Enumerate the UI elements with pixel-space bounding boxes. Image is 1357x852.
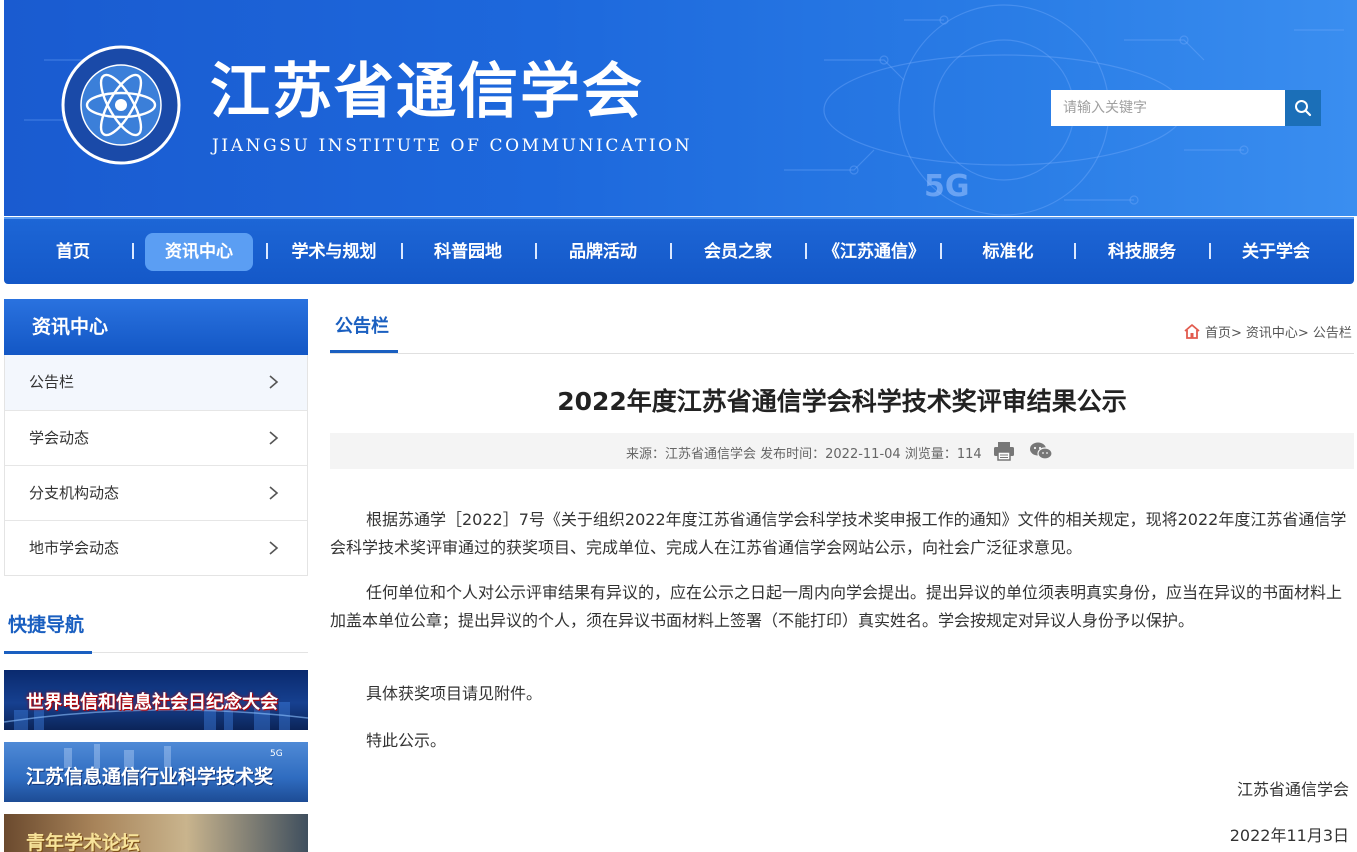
sidebar-item-city-news[interactable]: 地市学会动态: [5, 520, 307, 575]
chevron-right-icon: [269, 431, 279, 445]
nav-item-science[interactable]: 科普园地: [418, 233, 518, 271]
sidebar-item-label: 学会动态: [29, 429, 90, 447]
search-button[interactable]: [1285, 90, 1321, 126]
article-meta-bar: 来源：江苏省通信学会 发布时间：2022-11-04 浏览量：114: [330, 433, 1354, 469]
sidebar-item-bulletin[interactable]: 公告栏: [5, 355, 307, 410]
article-paragraph: 根据苏通学［2022］7号《关于组织2022年度江苏省通信学会科学技术奖申报工作…: [330, 510, 1347, 557]
nav-separator: [266, 243, 268, 259]
banner-label: 世界电信和信息社会日纪念大会: [26, 692, 278, 713]
nav-separator: [535, 243, 537, 259]
nav-separator: [670, 243, 672, 259]
wechat-share-icon[interactable]: [1029, 441, 1053, 461]
banner-5g-badge: 5G: [270, 749, 283, 759]
quick-nav-underline: [4, 651, 92, 654]
sidebar-item-branch-news[interactable]: 分支机构动态: [5, 465, 307, 520]
breadcrumb-bulletin[interactable]: 公告栏: [1313, 322, 1352, 341]
nav-item-news-center[interactable]: 资讯中心: [145, 233, 253, 271]
nav-separator: [401, 243, 403, 259]
nav-separator: [940, 243, 942, 259]
banner-science-award[interactable]: 5G 江苏信息通信行业科学技术奖: [4, 742, 308, 802]
print-icon[interactable]: [993, 441, 1015, 461]
nav-item-about[interactable]: 关于学会: [1226, 233, 1326, 271]
article-paragraph: 具体获奖项目请见附件。: [366, 684, 543, 703]
home-icon: [1184, 324, 1200, 339]
nav-item-tech-services[interactable]: 科技服务: [1092, 233, 1192, 271]
signature-date: 2022年11月3日: [1229, 826, 1349, 845]
quick-nav-title: 快捷导航: [8, 614, 85, 636]
sidebar-title: 资讯中心: [4, 299, 308, 355]
breadcrumb: 首页> 资讯中心> 公告栏: [1183, 322, 1352, 341]
nav-separator: [1074, 243, 1076, 259]
site-title: 江苏省通信学会: [210, 57, 644, 127]
article-meta: 来源：江苏省通信学会 发布时间：2022-11-04 浏览量：114: [626, 447, 982, 462]
nav-separator: [132, 243, 134, 259]
search-icon: [1295, 100, 1312, 117]
nav-separator: [805, 243, 807, 259]
signature-organization: 江苏省通信学会: [1236, 780, 1349, 799]
header-5g-mark: 5G: [924, 169, 970, 204]
nav-item-members[interactable]: 会员之家: [688, 233, 788, 271]
main-nav: 首页 资讯中心 学术与规划 科普园地 品牌活动 会员之家 《江苏通信》 标准化 …: [4, 217, 1354, 284]
chevron-right-icon: [269, 375, 279, 389]
sidebar-item-label: 公告栏: [29, 373, 75, 391]
article-paragraph: 特此公示。: [366, 731, 447, 750]
banner-label: 江苏信息通信行业科学技术奖: [26, 766, 274, 788]
banner-telecom-day[interactable]: 世界电信和信息社会日纪念大会: [4, 670, 308, 730]
site-subtitle: JIANGSU INSTITUTE OF COMMUNICATION: [212, 136, 693, 156]
sidebar-item-label: 地市学会动态: [29, 539, 120, 557]
breadcrumb-home[interactable]: 首页>: [1205, 322, 1242, 341]
article-paragraph: 任何单位和个人对公示评审结果有异议的，应在公示之日起一周内向学会提出。提出异议的…: [330, 583, 1343, 630]
nav-item-academic[interactable]: 学术与规划: [280, 233, 388, 271]
nav-item-brand[interactable]: 品牌活动: [553, 233, 653, 271]
breadcrumb-news-center[interactable]: 资讯中心>: [1246, 322, 1309, 341]
chevron-right-icon: [269, 541, 279, 555]
sidebar-item-label: 分支机构动态: [29, 484, 120, 502]
sidebar-item-society-news[interactable]: 学会动态: [5, 410, 307, 465]
nav-item-home[interactable]: 首页: [36, 233, 110, 271]
site-header: 5G 江苏省通信学会 JIANGSU INSTITUTE OF COMMUNIC…: [4, 0, 1357, 216]
institute-logo: [61, 45, 181, 165]
sidebar-menu: 公告栏 学会动态 分支机构动态 地市学会动态: [4, 355, 308, 576]
article-title: 2022年度江苏省通信学会科学技术奖评审结果公示: [557, 387, 1127, 416]
banner-youth-forum[interactable]: 青年学术论坛: [4, 814, 308, 852]
search-input[interactable]: [1051, 90, 1285, 126]
nav-item-standards[interactable]: 标准化: [968, 233, 1048, 271]
chevron-right-icon: [269, 486, 279, 500]
section-tab-bulletin: 公告栏: [335, 316, 389, 337]
nav-separator: [1209, 243, 1211, 259]
nav-item-journal[interactable]: 《江苏通信》: [819, 233, 929, 271]
banner-label: 青年学术论坛: [26, 832, 141, 852]
section-divider: [330, 353, 1354, 354]
